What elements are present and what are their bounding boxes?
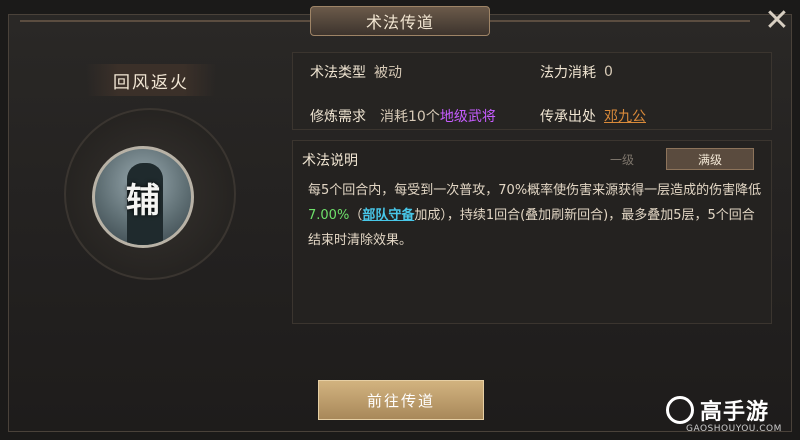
site-watermark: 高手游 GAOSHOUYOU.COM xyxy=(666,394,796,438)
watermark-logo-icon xyxy=(666,396,694,424)
train-requirement-item: 地级武将 xyxy=(439,109,496,125)
train-requirement-prefix: 消耗10个 xyxy=(380,109,440,125)
troop-defense-link[interactable]: 部队守备 xyxy=(362,208,414,223)
mana-cost-value: 0 xyxy=(604,64,613,80)
tab-level1[interactable]: 一级 xyxy=(578,148,666,170)
source-row: 传承出处 邓九公 xyxy=(540,106,646,126)
mana-cost-label: 法力消耗 xyxy=(540,65,596,81)
description-title: 术法说明 xyxy=(302,153,358,169)
train-requirement-row: 修炼需求 消耗10个地级武将 xyxy=(310,106,496,126)
train-requirement-label: 修炼需求 xyxy=(310,109,366,125)
close-icon[interactable]: ✕ xyxy=(760,4,794,38)
tab-max-level[interactable]: 满级 xyxy=(666,148,754,170)
mana-cost-row: 法力消耗 0 xyxy=(540,62,613,82)
source-label: 传承出处 xyxy=(540,109,596,125)
source-link[interactable]: 邓九公 xyxy=(604,106,646,126)
title-ornament-right xyxy=(490,20,750,22)
dialog-title: 术法传道 xyxy=(310,6,490,36)
skill-type-row: 术法类型 被动 xyxy=(310,62,402,82)
skill-type-label: 术法类型 xyxy=(310,65,366,81)
go-inherit-button[interactable]: 前往传道 xyxy=(318,380,484,420)
skill-portrait: 辅 xyxy=(92,146,194,248)
watermark-url: GAOSHOUYOU.COM xyxy=(686,424,782,434)
watermark-name: 高手游 xyxy=(700,400,770,425)
skill-name: 回风返火 xyxy=(86,64,216,96)
damage-reduction-value: 7.00% xyxy=(308,208,350,223)
description-text: 每5个回合内，每受到一次普攻，70%概率使伤害来源获得一层造成的伤害降低7.00… xyxy=(308,183,762,248)
skill-type-value: 被动 xyxy=(374,65,402,81)
title-ornament-left xyxy=(20,20,310,22)
portrait-role-char: 辅 xyxy=(126,181,160,221)
